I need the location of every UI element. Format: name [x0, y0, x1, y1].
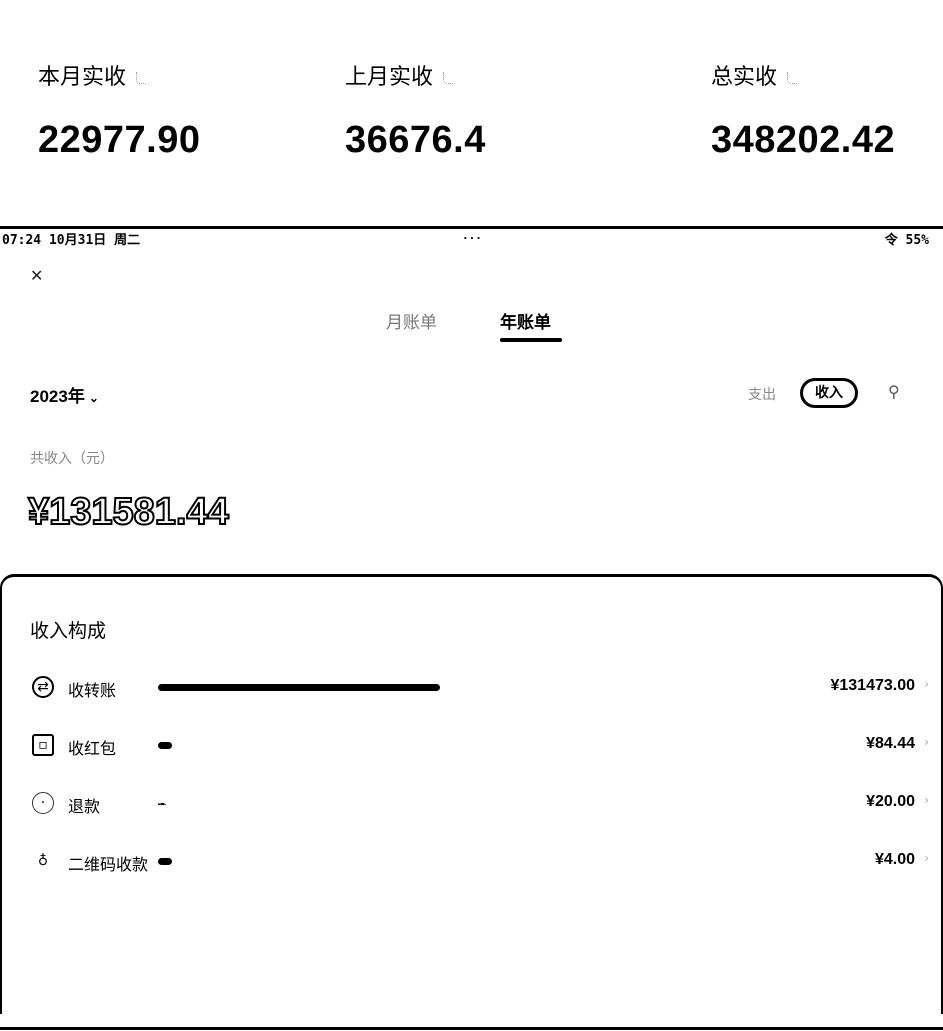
share-bar [158, 684, 440, 691]
row-label: 退款 [68, 797, 101, 816]
row-amount: ¥4.00 [874, 851, 915, 868]
chevron-down-icon: ⌄ [88, 391, 99, 405]
share-bar [158, 858, 172, 865]
close-icon[interactable]: ✕ [30, 266, 43, 285]
list-item[interactable]: ▫ 收红包 ¥84.44 › [0, 728, 943, 764]
chevron-right-icon: › [924, 677, 929, 691]
status-bar: 07:24 10月31日 周二 ... 令 55% [0, 229, 943, 249]
filter-expense[interactable]: 支出 [748, 384, 776, 404]
eye-icon[interactable] [136, 72, 147, 84]
row-label: 二维码收款 [68, 855, 149, 874]
stat-label: 总实收 [711, 65, 778, 90]
filter-income[interactable]: 收入 [800, 378, 858, 408]
stat-this-month: 本月实收 22977.90 [38, 62, 201, 166]
tab-yearly-bill[interactable]: 年账单 [500, 308, 551, 333]
qrcode-payment-icon: ♁ [37, 853, 49, 869]
eye-icon[interactable] [787, 72, 798, 84]
chevron-right-icon: › [924, 851, 929, 865]
divider [0, 1027, 943, 1030]
chevron-right-icon: › [924, 793, 929, 807]
row-amount: ¥20.00 [866, 793, 915, 810]
list-item[interactable]: ♁ 二维码收款 ¥4.00 › [0, 844, 943, 880]
filter-icon[interactable]: ⚲ [888, 382, 900, 401]
active-tab-indicator [500, 338, 562, 342]
year-selector[interactable]: 2023年 ⌄ [30, 382, 99, 407]
tab-monthly-bill[interactable]: 月账单 [386, 308, 437, 333]
income-breakdown-title: 收入构成 [30, 620, 107, 642]
row-label: 收转账 [68, 681, 117, 700]
list-item[interactable]: ⇄ 收转账 ¥131473.00 › [0, 670, 943, 706]
row-amount: ¥84.44 [866, 735, 915, 752]
total-income-label: 共收入（元） [30, 451, 114, 467]
row-label: 收红包 [68, 739, 117, 758]
stat-value: 22977.90 [38, 119, 201, 161]
share-bar [158, 742, 172, 749]
stat-value: 36676.4 [345, 119, 486, 161]
eye-icon[interactable] [443, 72, 454, 84]
list-item[interactable]: · 退款 ¥20.00 › [0, 786, 943, 822]
row-amount: ¥131473.00 [830, 677, 915, 694]
refund-icon: · [32, 792, 54, 814]
red-packet-icon: ▫ [32, 734, 54, 756]
status-battery: 令 55% [884, 233, 929, 248]
transfer-icon: ⇄ [32, 676, 54, 698]
stat-label: 本月实收 [38, 65, 127, 90]
stat-total: 总实收 348202.42 [711, 62, 895, 166]
year-value: 2023年 [30, 387, 85, 406]
status-dots: ... [462, 229, 482, 242]
stat-value: 348202.42 [711, 119, 896, 161]
stat-label: 上月实收 [345, 65, 434, 90]
stat-last-month: 上月实收 36676.4 [345, 62, 486, 166]
share-bar [158, 803, 166, 805]
total-income-value: ¥131581.44 [27, 490, 230, 534]
chevron-right-icon: › [924, 735, 929, 749]
status-time: 07:24 10月31日 周二 [2, 233, 141, 248]
